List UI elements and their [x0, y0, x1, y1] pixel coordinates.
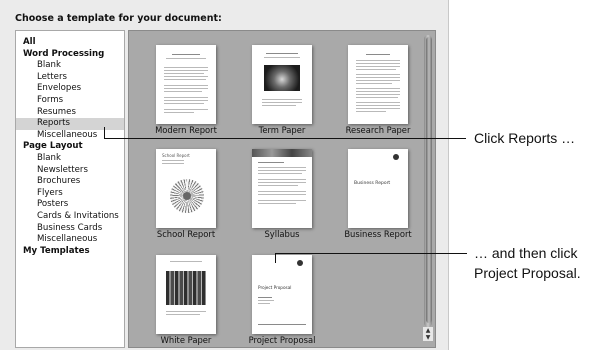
callout-2-leader-horizontal	[275, 253, 467, 254]
forest-image	[166, 271, 206, 305]
subcategory-cards-invitations[interactable]: Cards & Invitations	[16, 211, 124, 223]
subcategory-brochures[interactable]: Brochures	[16, 176, 124, 188]
template-label: White Paper	[160, 335, 212, 345]
category-page-layout[interactable]: Page Layout	[16, 141, 124, 153]
template-label: Syllabus	[264, 229, 300, 239]
template-label: Project Proposal	[248, 335, 316, 345]
subcategory-letters[interactable]: Letters	[16, 72, 124, 84]
template-label: Business Report	[344, 229, 412, 239]
research-paper-thumbnail	[348, 45, 408, 124]
project-proposal-thumbnail: Project Proposal	[252, 255, 312, 334]
category-items: All Word Processing Blank Letters Envelopes F…	[16, 31, 124, 257]
white-paper-thumbnail	[156, 255, 216, 334]
subcategory-miscellaneous[interactable]: Miscellaneous	[16, 234, 124, 246]
template-gallery: Modern Report Term Paper Research Paper …	[128, 30, 436, 348]
scroll-down-arrow-icon[interactable]: ▼	[423, 334, 433, 341]
syllabus-thumbnail	[252, 149, 312, 228]
logo-dot	[393, 154, 399, 160]
callout-2-leader-vertical	[275, 253, 276, 263]
scroll-up-arrow-icon[interactable]: ▲	[423, 327, 433, 334]
business-report-thumbnail: Business Report	[348, 149, 408, 228]
project-proposal-thumb-title: Project Proposal	[258, 285, 292, 290]
modern-report-thumbnail	[156, 45, 216, 124]
subcategory-flyers[interactable]: Flyers	[16, 188, 124, 200]
scroll-track[interactable]	[424, 35, 432, 327]
category-my-templates[interactable]: My Templates	[16, 246, 124, 258]
template-label: Research Paper	[345, 125, 411, 135]
subcategory-blank[interactable]: Blank	[16, 60, 124, 72]
subcategory-envelopes[interactable]: Envelopes	[16, 83, 124, 95]
business-report-thumb-title: Business Report	[354, 181, 391, 186]
scroll-thumb[interactable]	[426, 37, 432, 323]
dialog-heading: Choose a template for your document:	[15, 13, 222, 24]
school-report-thumb-title: School Report	[162, 153, 190, 158]
callout-1-leader-vertical	[104, 127, 105, 138]
template-category-list[interactable]: All Word Processing Blank Letters Envelopes F…	[15, 30, 125, 348]
template-chooser-dialog: Choose a template for your document: All…	[0, 0, 449, 350]
callout-then-click-line1: … and then click	[474, 245, 578, 261]
subcategory-business-cards[interactable]: Business Cards	[16, 223, 124, 235]
subcategory-miscellaneous[interactable]: Miscellaneous	[16, 130, 124, 142]
callout-then-click-line2: Project Proposal.	[474, 265, 581, 281]
subcategory-newsletters[interactable]: Newsletters	[16, 165, 124, 177]
callout-click-reports: Click Reports …	[474, 130, 576, 146]
category-all[interactable]: All	[16, 37, 124, 49]
gallery-scrollbar[interactable]: ▲ ▼	[423, 35, 433, 341]
logo-dot	[297, 260, 303, 266]
subcategory-posters[interactable]: Posters	[16, 199, 124, 211]
subcategory-forms[interactable]: Forms	[16, 95, 124, 107]
template-label: School Report	[156, 229, 216, 239]
term-paper-thumbnail	[252, 45, 312, 124]
subcategory-resumes[interactable]: Resumes	[16, 107, 124, 119]
template-label: Term Paper	[258, 125, 306, 135]
callout-1-leader-horizontal	[104, 138, 466, 139]
syllabus-header-band	[252, 149, 312, 157]
template-label: Modern Report	[155, 125, 217, 135]
category-word-processing[interactable]: Word Processing	[16, 49, 124, 61]
school-report-thumbnail: School Report	[156, 149, 216, 228]
subcategory-reports[interactable]: Reports	[16, 118, 124, 130]
subcategory-blank[interactable]: Blank	[16, 153, 124, 165]
